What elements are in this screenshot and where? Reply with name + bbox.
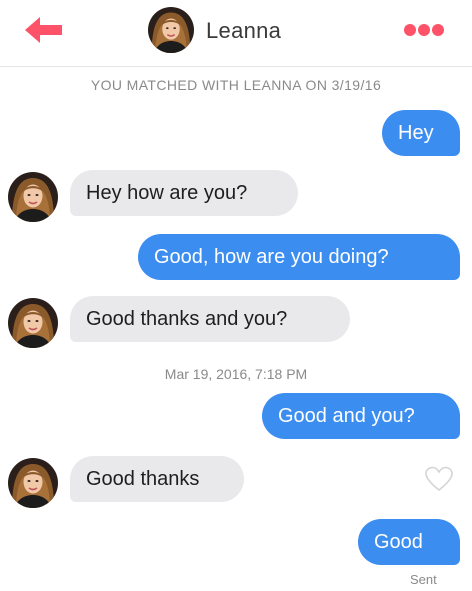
match-avatar[interactable] <box>8 458 58 508</box>
more-dots-icon[interactable] <box>402 18 446 42</box>
outgoing-message-bubble: Good and you? <box>262 393 460 439</box>
incoming-message-bubble: Good thanks and you? <box>70 296 350 342</box>
chat-header: Leanna <box>0 0 472 67</box>
incoming-message-bubble: Good thanks <box>70 456 244 502</box>
back-arrow-icon[interactable] <box>22 14 66 46</box>
outgoing-message-bubble: Good, how are you doing? <box>138 234 460 280</box>
outgoing-message-bubble: Hey <box>382 110 460 156</box>
header-avatar[interactable] <box>148 7 194 53</box>
message-timestamp: Mar 19, 2016, 7:18 PM <box>164 366 308 382</box>
match-banner: YOU MATCHED WITH LEANNA ON 3/19/16 <box>90 77 382 93</box>
match-avatar[interactable] <box>8 298 58 348</box>
match-name[interactable]: Leanna <box>206 18 281 44</box>
outgoing-message-bubble: Good <box>358 519 460 565</box>
incoming-message-bubble: Hey how are you? <box>70 170 298 216</box>
heart-icon[interactable] <box>424 465 454 493</box>
match-avatar[interactable] <box>8 172 58 222</box>
sent-status: Sent <box>410 572 437 587</box>
